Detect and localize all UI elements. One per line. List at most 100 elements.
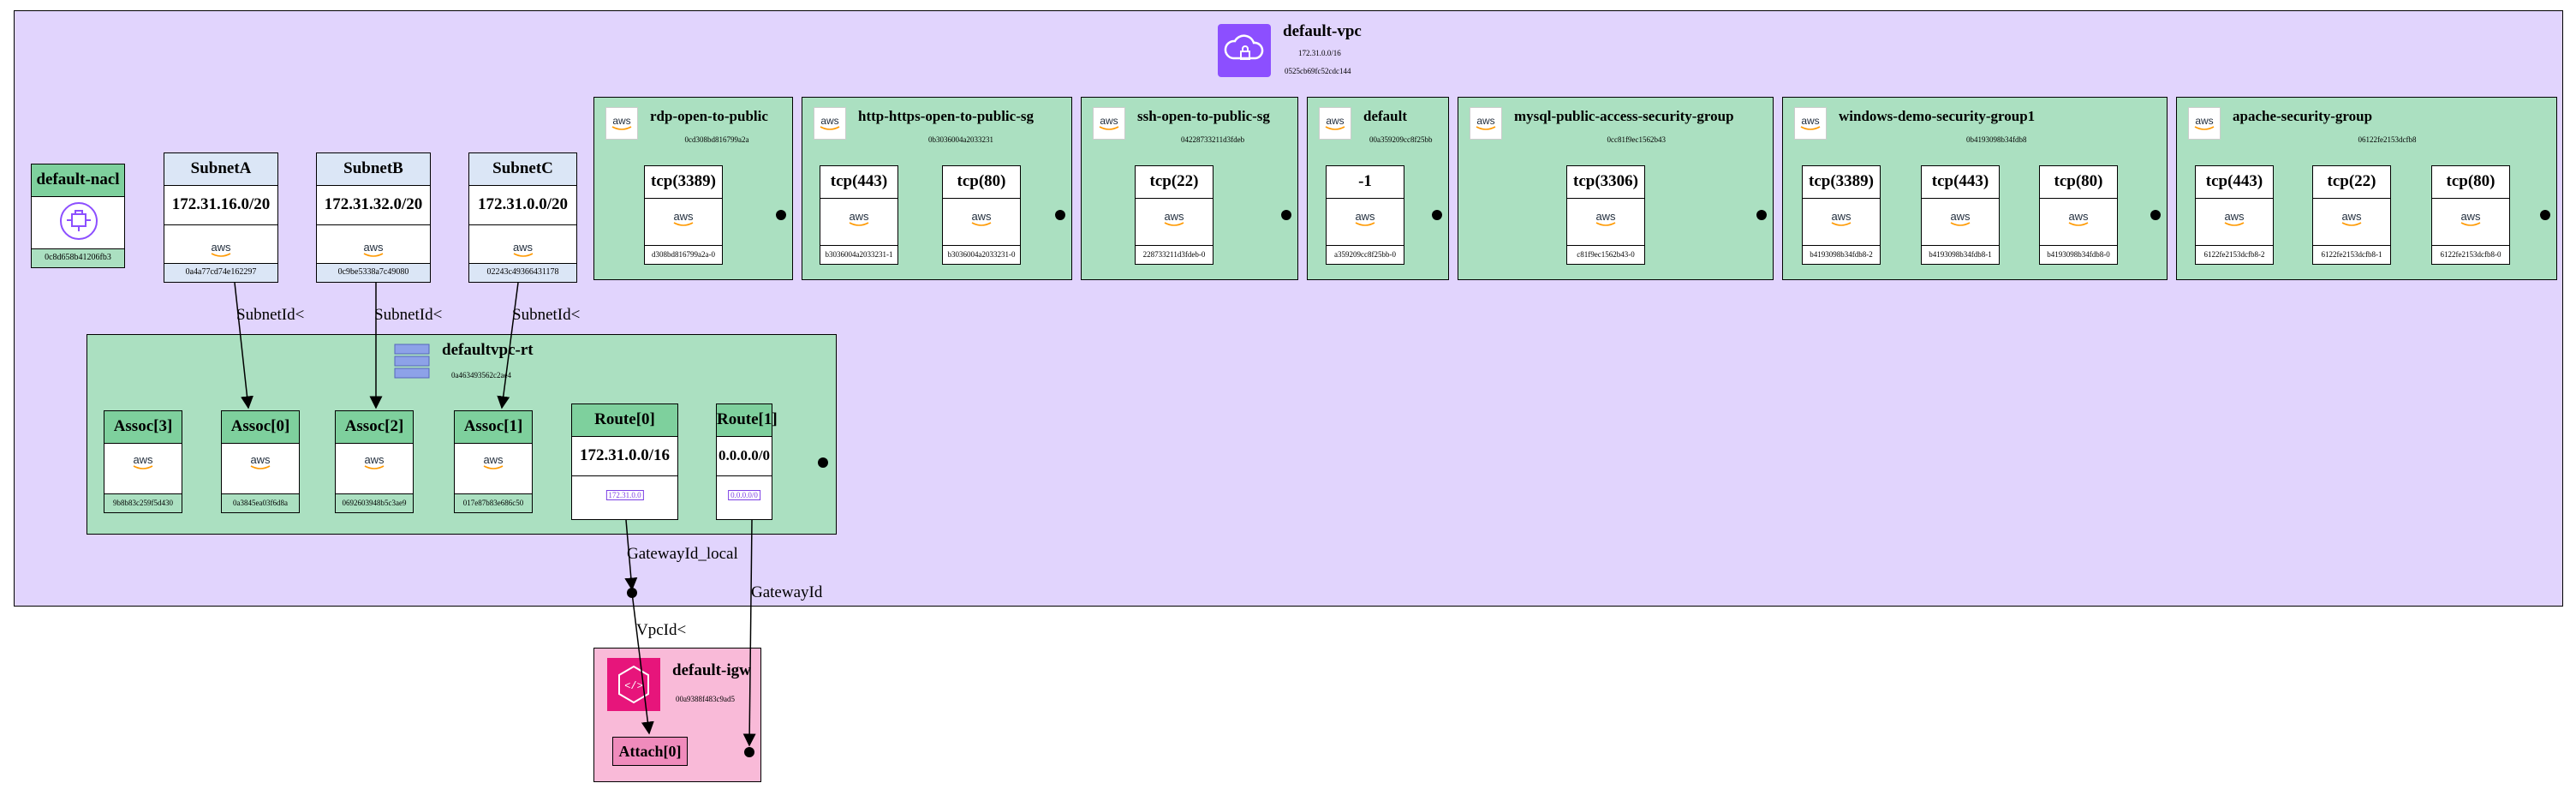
security-group-rule[interactable]: tcp(443) aws b4193098b34fdb8-1 bbox=[1921, 165, 2000, 265]
aws-logo-icon: aws bbox=[1320, 116, 1351, 131]
edge-label-subnet-b: SubnetId< bbox=[374, 306, 443, 324]
aws-logo-text: aws bbox=[512, 241, 534, 254]
rule-label: tcp(3389) bbox=[1803, 166, 1880, 199]
assoc-title: Assoc[2] bbox=[336, 411, 413, 444]
rule-id: b4193098b34fdb8-1 bbox=[1922, 245, 1999, 264]
route-assoc[interactable]: Assoc[1] aws 017e87b83e686c50 bbox=[454, 410, 533, 513]
edge-label-subnet-a: SubnetId< bbox=[236, 306, 305, 324]
assoc-id: 0692603948b5c3ae9 bbox=[336, 493, 413, 512]
route-link[interactable]: 0.0.0.0/0 bbox=[728, 490, 760, 500]
security-group-rule[interactable]: tcp(443) aws 6122fe2153dcfb8-2 bbox=[2195, 165, 2274, 265]
aws-logo-text: aws bbox=[971, 210, 992, 223]
subnet-b[interactable]: SubnetB 172.31.32.0/20 aws 0c9be5338a7c4… bbox=[316, 152, 431, 283]
rule-id: b4193098b34fdb8-2 bbox=[1803, 245, 1880, 264]
subnet-cidr: 172.31.16.0/20 bbox=[164, 186, 277, 225]
aws-logo-icon: aws bbox=[1795, 116, 1826, 131]
security-group-id: 0cc81f9ec1562b43 bbox=[1607, 135, 1666, 144]
aws-logo-text: aws bbox=[2068, 210, 2089, 223]
edge-label-gw: GatewayId bbox=[751, 583, 823, 601]
security-group-aws-icon: aws bbox=[814, 107, 846, 140]
vpc-id: 0525cb69fc52cdc144 bbox=[1285, 67, 1351, 75]
security-group-rule[interactable]: tcp(3389) aws b4193098b34fdb8-2 bbox=[1802, 165, 1881, 265]
vpc-icon bbox=[1218, 24, 1271, 77]
subnet-c[interactable]: SubnetC 172.31.0.0/20 aws 02243c49366431… bbox=[468, 152, 577, 283]
edge-label-subnet-c: SubnetId< bbox=[512, 306, 581, 324]
security-group-id: 0cd308bd816799a2a bbox=[684, 135, 749, 144]
security-group-title: apache-security-group bbox=[2233, 108, 2373, 124]
aws-logo-text: aws bbox=[250, 453, 271, 466]
igw-title: default-igw bbox=[672, 661, 751, 679]
rule-label: tcp(22) bbox=[2313, 166, 2390, 199]
route-assoc[interactable]: Assoc[2] aws 0692603948b5c3ae9 bbox=[335, 410, 414, 513]
rule-label: tcp(3389) bbox=[645, 166, 722, 199]
subnet-a[interactable]: SubnetA 172.31.16.0/20 aws 0a4a77cd74e16… bbox=[164, 152, 278, 283]
security-group-anchor bbox=[776, 210, 786, 220]
security-group-anchor bbox=[1756, 210, 1767, 220]
edge-label-gw-local: GatewayId_local bbox=[627, 545, 738, 563]
security-group-rule[interactable]: tcp(22) aws 228733211d3fdeb-0 bbox=[1135, 165, 1213, 265]
route-assoc[interactable]: Assoc[3] aws 9b8b83c259f5d430 bbox=[104, 410, 182, 513]
security-group-anchor bbox=[1055, 210, 1065, 220]
rule-label: tcp(443) bbox=[820, 166, 897, 199]
security-group-rule[interactable]: tcp(80) aws b4193098b34fdb8-0 bbox=[2039, 165, 2118, 265]
route-link[interactable]: 172.31.0.0 bbox=[605, 490, 644, 500]
security-group-rule[interactable]: tcp(80) aws 6122fe2153dcfb8-0 bbox=[2431, 165, 2510, 265]
nacl-id: 0c8d658b41206fb3 bbox=[32, 248, 124, 267]
igw-attach-label: Attach[0] bbox=[618, 743, 682, 760]
rule-id: b4193098b34fdb8-0 bbox=[2040, 245, 2117, 264]
aws-logo-icon: aws bbox=[2336, 210, 2367, 227]
subnet-cidr: 172.31.0.0/20 bbox=[469, 186, 576, 225]
aws-logo-text: aws bbox=[1831, 210, 1852, 223]
aws-logo-icon: aws bbox=[844, 210, 874, 227]
aws-logo-icon: aws bbox=[1470, 116, 1501, 131]
security-group-rule[interactable]: tcp(3389) aws d308bd816799a2a-0 bbox=[644, 165, 723, 265]
assoc-id: 017e87b83e686c50 bbox=[455, 493, 532, 512]
aws-logo-text: aws bbox=[849, 210, 869, 223]
rule-label: tcp(22) bbox=[1136, 166, 1213, 199]
security-group-rule[interactable]: tcp(3306) aws c81f9ec1562b43-0 bbox=[1566, 165, 1645, 265]
subnet-id: 0a4a77cd74e162297 bbox=[164, 263, 277, 282]
security-group-title: windows-demo-security-group1 bbox=[1839, 108, 2036, 124]
aws-logo-icon: aws bbox=[1159, 211, 1190, 227]
aws-logo-icon: aws bbox=[668, 211, 699, 227]
security-group-rule[interactable]: tcp(22) aws 6122fe2153dcfb8-1 bbox=[2312, 165, 2391, 265]
aws-logo-text: aws bbox=[1476, 115, 1495, 127]
rule-id: 6122fe2153dcfb8-0 bbox=[2432, 245, 2509, 264]
security-group-title: rdp-open-to-public bbox=[650, 108, 768, 124]
rule-id: d308bd816799a2a-0 bbox=[645, 245, 722, 264]
aws-logo-icon: aws bbox=[206, 242, 236, 258]
security-group-title: mysql-public-access-security-group bbox=[1514, 108, 1734, 124]
aws-logo-text: aws bbox=[133, 453, 153, 466]
security-group-rule[interactable]: -1 aws a359209cc8f25bb-0 bbox=[1326, 165, 1404, 265]
route-title: Route[0] bbox=[572, 404, 677, 437]
igw-id: 00a9388f483c9ad5 bbox=[676, 695, 735, 703]
aws-logo-text: aws bbox=[612, 115, 631, 127]
assoc-title: Assoc[1] bbox=[455, 411, 532, 444]
security-group-rule[interactable]: tcp(80) aws b3036004a2033231-0 bbox=[942, 165, 1021, 265]
route-entry[interactable]: Route[0] 172.31.0.0/16 172.31.0.0 bbox=[571, 403, 678, 520]
nacl-title: default-nacl bbox=[32, 164, 124, 197]
aws-logo-text: aws bbox=[1326, 115, 1345, 127]
rule-id: 228733211d3fdeb-0 bbox=[1136, 245, 1213, 264]
security-group-rule[interactable]: tcp(443) aws b3036004a2033231-1 bbox=[820, 165, 898, 265]
security-group-anchor bbox=[1432, 210, 1442, 220]
aws-logo-icon: aws bbox=[128, 453, 158, 470]
aws-logo-text: aws bbox=[483, 453, 504, 466]
edge-label-vpc-id: VpcId< bbox=[636, 621, 687, 639]
rule-label: tcp(80) bbox=[2040, 166, 2117, 199]
aws-logo-icon: aws bbox=[358, 242, 389, 258]
aws-logo-text: aws bbox=[1801, 115, 1820, 127]
aws-logo-icon: aws bbox=[359, 454, 390, 470]
igw-attach-node[interactable]: Attach[0] bbox=[612, 737, 688, 766]
aws-logo-icon: aws bbox=[508, 242, 539, 258]
nacl-node[interactable]: default-nacl 0c8d658b41206fb3 bbox=[31, 164, 125, 268]
aws-logo-icon: aws bbox=[814, 116, 845, 131]
route-assoc[interactable]: Assoc[0] aws 0a3845ea03f6d8a bbox=[221, 410, 300, 513]
security-group-title: default bbox=[1363, 108, 1407, 124]
rule-id: 6122fe2153dcfb8-1 bbox=[2313, 245, 2390, 264]
security-group-aws-icon: aws bbox=[1470, 107, 1502, 140]
aws-logo-text: aws bbox=[2341, 210, 2362, 223]
aws-logo-text: aws bbox=[2460, 210, 2481, 223]
aws-logo-text: aws bbox=[1100, 115, 1118, 127]
route-entry[interactable]: Route[1] 0.0.0.0/0 0.0.0.0/0 bbox=[716, 403, 778, 520]
